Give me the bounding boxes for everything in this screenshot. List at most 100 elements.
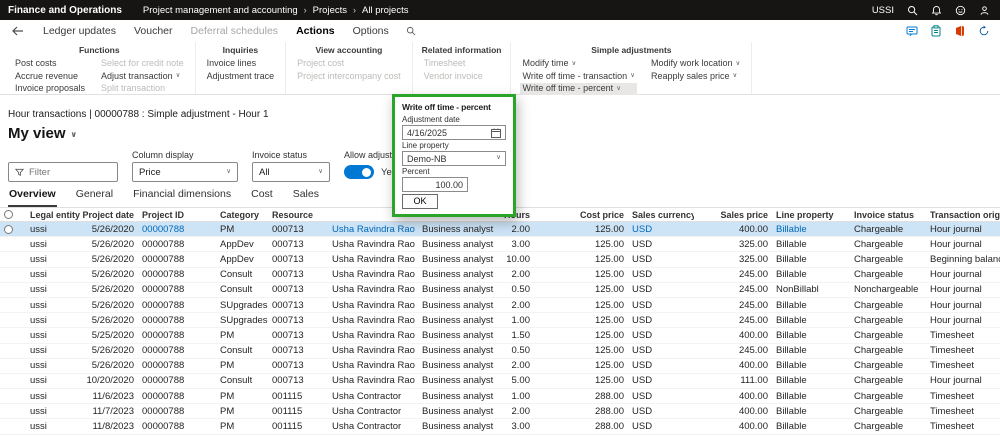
- table-row[interactable]: ussi5/26/202000000788Consult000713Usha R…: [0, 268, 1000, 283]
- ribbon-button-write-off-time-transaction[interactable]: Write off time - transaction∨: [520, 71, 636, 83]
- column-header-sales-currency[interactable]: Sales currency: [628, 208, 694, 221]
- table-row[interactable]: ussi11/7/202300000788PM001115Usha Contra…: [0, 404, 1000, 419]
- invoice-status-select[interactable]: All ∨: [252, 162, 330, 182]
- tab-sales[interactable]: Sales: [292, 187, 320, 207]
- quick-filter-input[interactable]: Filter: [8, 162, 118, 182]
- refresh-icon[interactable]: [978, 25, 990, 37]
- adjustment-date-input[interactable]: 4/16/2025: [402, 125, 506, 140]
- tab-actions[interactable]: Actions: [287, 25, 344, 37]
- back-icon[interactable]: [0, 26, 34, 36]
- cell-select[interactable]: [0, 222, 26, 236]
- cell-select[interactable]: [0, 419, 26, 433]
- cell-select[interactable]: [0, 313, 26, 327]
- cell-select[interactable]: [0, 374, 26, 388]
- tab-financial-dimensions[interactable]: Financial dimensions: [132, 187, 232, 207]
- ribbon-button-label: Adjustment trace: [207, 71, 275, 83]
- cell-select[interactable]: [0, 359, 26, 373]
- tab-general[interactable]: General: [75, 187, 114, 207]
- column-header-project-id[interactable]: Project ID: [138, 208, 216, 221]
- clipboard-icon[interactable]: [930, 25, 942, 37]
- cell-select[interactable]: [0, 404, 26, 418]
- ribbon-button-post-costs[interactable]: Post costs: [13, 58, 87, 70]
- cell-sales-currency[interactable]: USD: [628, 222, 694, 236]
- tab-overview[interactable]: Overview: [8, 187, 57, 207]
- table-row[interactable]: ussi5/26/202000000788Consult000713Usha R…: [0, 283, 1000, 298]
- company-picker[interactable]: USSI: [872, 5, 894, 16]
- cell-resource-name[interactable]: Usha Ravindra Rao: [328, 222, 418, 236]
- table-row[interactable]: ussi5/26/202000000788AppDev000713Usha Ra…: [0, 252, 1000, 267]
- ok-button[interactable]: OK: [402, 194, 438, 209]
- allow-adjustments-toggle[interactable]: [344, 165, 374, 179]
- smiley-icon[interactable]: [955, 5, 966, 16]
- ribbon-button-reapply-sales-price[interactable]: Reapply sales price∨: [649, 71, 742, 83]
- ribbon-button-invoice-proposals[interactable]: Invoice proposals: [13, 83, 87, 95]
- table-row[interactable]: ussi5/26/202000000788SUpgrades000713Usha…: [0, 313, 1000, 328]
- breadcrumb-projects[interactable]: Projects: [308, 5, 352, 16]
- tab-ledger-updates[interactable]: Ledger updates: [34, 25, 125, 37]
- column-header-line-property[interactable]: Line property: [772, 208, 850, 221]
- person-icon[interactable]: [979, 5, 990, 16]
- tab-cost[interactable]: Cost: [250, 187, 274, 207]
- office-icon[interactable]: [954, 25, 966, 37]
- cell-select[interactable]: [0, 237, 26, 251]
- ribbon-button-adjustment-trace[interactable]: Adjustment trace: [205, 71, 277, 83]
- ribbon-button-invoice-lines[interactable]: Invoice lines: [205, 58, 277, 70]
- ribbon-button-write-off-time-percent[interactable]: Write off time - percent∨: [520, 83, 636, 95]
- ribbon-button-modify-work-location[interactable]: Modify work location∨: [649, 58, 742, 70]
- cell-legal-entity: ussi: [26, 359, 82, 373]
- percent-input[interactable]: 100.00: [402, 177, 468, 192]
- column-header-legal-entity[interactable]: Legal entity: [26, 208, 82, 221]
- column-header-project-date[interactable]: Project date: [82, 208, 138, 221]
- line-property-select[interactable]: Demo-NB ∨: [402, 151, 506, 166]
- ribbon-button-adjust-transaction[interactable]: Adjust transaction∨: [99, 71, 186, 83]
- table-row[interactable]: ussi5/26/202000000788Consult000713Usha R…: [0, 344, 1000, 359]
- cell-select[interactable]: [0, 252, 26, 266]
- cell-cost-price: 288.00: [534, 419, 628, 433]
- column-header-sales-price[interactable]: Sales price: [694, 208, 772, 221]
- ribbon-button-timesheet: Timesheet: [422, 58, 485, 70]
- table-row[interactable]: ussi5/26/202000000788PM000713Usha Ravind…: [0, 222, 1000, 237]
- cell-select[interactable]: [0, 268, 26, 282]
- cell-sales-price: 245.00: [694, 313, 772, 327]
- cell-select[interactable]: [0, 344, 26, 358]
- cell-line-property[interactable]: Billable: [772, 222, 850, 236]
- table-row[interactable]: ussi5/26/202000000788SUpgrades000713Usha…: [0, 298, 1000, 313]
- column-header-transaction-origin[interactable]: Transaction origin: [926, 208, 1000, 221]
- tab-voucher[interactable]: Voucher: [125, 25, 182, 37]
- message-icon[interactable]: [906, 25, 918, 37]
- ribbon-button-modify-time[interactable]: Modify time∨: [520, 58, 636, 70]
- cell-invoice-status: Chargeable: [850, 404, 926, 418]
- column-header-cost-price[interactable]: Cost price: [534, 208, 628, 221]
- calendar-icon[interactable]: [491, 128, 501, 138]
- table-row[interactable]: ussi5/26/202000000788AppDev000713Usha Ra…: [0, 237, 1000, 252]
- cell-select[interactable]: [0, 298, 26, 312]
- table-row[interactable]: ussi11/6/202300000788PM001115Usha Contra…: [0, 389, 1000, 404]
- search-icon[interactable]: [907, 5, 918, 16]
- table-row[interactable]: ussi5/26/202000000788PM000713Usha Ravind…: [0, 359, 1000, 374]
- topbar-actions: USSI: [872, 5, 1000, 16]
- cell-select[interactable]: [0, 283, 26, 297]
- table-row[interactable]: ussi5/25/202000000788PM000713Usha Ravind…: [0, 328, 1000, 343]
- column-header-resource[interactable]: Resource: [268, 208, 328, 221]
- table-row[interactable]: ussi11/8/202300000788PM001115Usha Contra…: [0, 419, 1000, 434]
- table-row[interactable]: ussi10/20/202000000788Consult000713Usha …: [0, 374, 1000, 389]
- select-all-radio[interactable]: [4, 210, 13, 219]
- column-header-category[interactable]: Category: [216, 208, 268, 221]
- cell-project-date: 5/26/2020: [82, 298, 138, 312]
- cell-invoice-status: Chargeable: [850, 237, 926, 251]
- cell-select[interactable]: [0, 328, 26, 342]
- bell-icon[interactable]: [931, 5, 942, 16]
- app-name[interactable]: Finance and Operations: [0, 5, 138, 16]
- column-header-invoice-status[interactable]: Invoice status: [850, 208, 926, 221]
- row-radio[interactable]: [4, 225, 13, 234]
- column-display-select[interactable]: Price ∨: [132, 162, 238, 182]
- breadcrumb-module[interactable]: Project management and accounting: [138, 5, 303, 16]
- cell-select[interactable]: [0, 389, 26, 403]
- tab-options[interactable]: Options: [344, 25, 398, 37]
- breadcrumb-all-projects[interactable]: All projects: [357, 5, 413, 16]
- search-icon[interactable]: [398, 26, 424, 36]
- cell-project-id[interactable]: 00000788: [138, 222, 216, 236]
- cell-resource: 000713: [268, 237, 328, 251]
- column-header-select[interactable]: [0, 208, 26, 221]
- ribbon-button-accrue-revenue[interactable]: Accrue revenue: [13, 71, 87, 83]
